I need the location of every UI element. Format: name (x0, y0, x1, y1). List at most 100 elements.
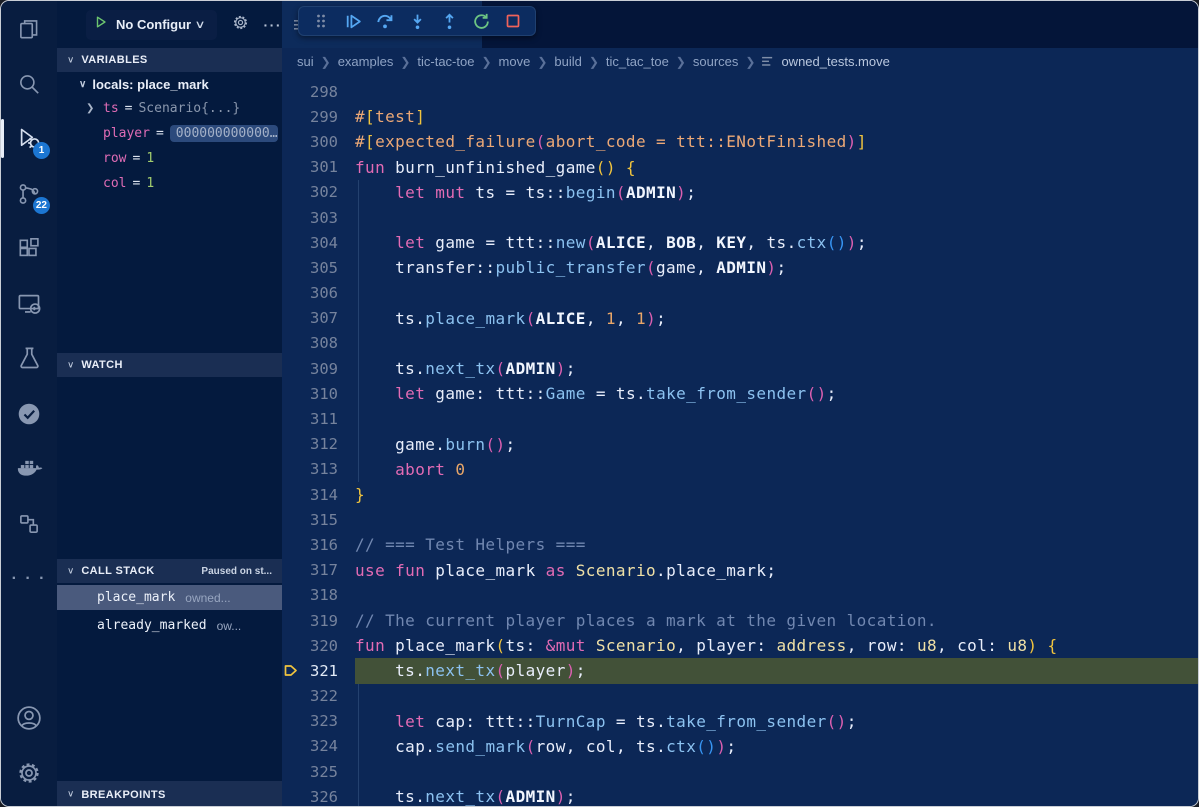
line-number[interactable]: 322 (282, 687, 338, 705)
account-icon[interactable] (1, 690, 57, 745)
breadcrumb-item-sources[interactable]: sources (693, 54, 739, 69)
variable-row-player[interactable]: player=000000000000… (57, 121, 282, 146)
code-line-321[interactable]: 321 ts.next_tx(player); (282, 658, 1198, 683)
code-line-318[interactable]: 318 (282, 583, 1198, 608)
code-line-309[interactable]: 309 ts.next_tx(ADMIN); (282, 356, 1198, 381)
line-number[interactable]: 308 (282, 334, 338, 352)
line-number[interactable]: 307 (282, 309, 338, 327)
code-line-305[interactable]: 305 transfer::public_transfer(game, ADMI… (282, 255, 1198, 280)
line-number[interactable]: 312 (282, 435, 338, 453)
line-number[interactable]: 323 (282, 712, 338, 730)
debug-config-dropdown[interactable]: No Configur ∨ (86, 10, 217, 40)
breadcrumb-item-owned_tests.move[interactable]: owned_tests.move (762, 54, 889, 69)
code-line-306[interactable]: 306 (282, 281, 1198, 306)
code-line-303[interactable]: 303 (282, 205, 1198, 230)
line-number[interactable]: 324 (282, 737, 338, 755)
code-line-325[interactable]: 325 (282, 759, 1198, 784)
testing-icon[interactable] (1, 331, 57, 386)
step-into-icon[interactable] (403, 8, 431, 34)
code-line-326[interactable]: 326 ts.next_tx(ADMIN); (282, 784, 1198, 806)
settings-gear-icon[interactable] (1, 745, 57, 800)
line-number[interactable]: 304 (282, 234, 338, 252)
docker-icon[interactable] (1, 441, 57, 496)
breadcrumb-item-build[interactable]: build (554, 54, 581, 69)
code-line-316[interactable]: 316// === Test Helpers === (282, 532, 1198, 557)
line-number[interactable]: 313 (282, 460, 338, 478)
step-over-icon[interactable] (371, 8, 399, 34)
code-editor[interactable]: 298 299#[test]300#[expected_failure(abort… (282, 75, 1198, 806)
variables-section-header[interactable]: ∨ VARIABLES (57, 48, 282, 72)
breadcrumb-item-tic-tac-toe[interactable]: tic-tac-toe (417, 54, 474, 69)
code-line-313[interactable]: 313 abort 0 (282, 457, 1198, 482)
line-number[interactable]: 298 (282, 83, 338, 101)
breadcrumb-item-examples[interactable]: examples (338, 54, 394, 69)
breadcrumb-item-move[interactable]: move (499, 54, 531, 69)
line-number[interactable]: 314 (282, 486, 338, 504)
code-line-299[interactable]: 299#[test] (282, 104, 1198, 129)
code-line-302[interactable]: 302 let mut ts = ts::begin(ADMIN); (282, 180, 1198, 205)
code-line-301[interactable]: 301fun burn_unfinished_game() { (282, 155, 1198, 180)
line-number[interactable]: 301 (282, 158, 338, 176)
code-line-315[interactable]: 315 (282, 507, 1198, 532)
code-line-298[interactable]: 298 (282, 79, 1198, 104)
code-line-300[interactable]: 300#[expected_failure(abort_code = ttt::… (282, 129, 1198, 154)
drag-grip-icon[interactable] (307, 8, 335, 34)
variables-scope[interactable]: ∨ locals: place_mark (57, 72, 282, 96)
code-line-308[interactable]: 308 (282, 331, 1198, 356)
code-line-320[interactable]: 320fun place_mark(ts: &mut Scenario, pla… (282, 633, 1198, 658)
line-number[interactable]: 315 (282, 511, 338, 529)
checkmark-icon[interactable] (1, 386, 57, 441)
stack-frame-already_marked[interactable]: already_markedow... (57, 613, 282, 638)
code-line-317[interactable]: 317use fun place_mark as Scenario.place_… (282, 558, 1198, 583)
line-number[interactable]: 317 (282, 561, 338, 579)
code-line-307[interactable]: 307 ts.place_mark(ALICE, 1, 1); (282, 306, 1198, 331)
line-number[interactable]: 303 (282, 209, 338, 227)
breakpoints-section-header[interactable]: ∨ BREAKPOINTS (57, 781, 282, 806)
start-debug-icon[interactable] (94, 15, 108, 34)
line-number[interactable]: 310 (282, 385, 338, 403)
line-number[interactable]: 305 (282, 259, 338, 277)
step-out-icon[interactable] (435, 8, 463, 34)
watch-section-header[interactable]: ∨ WATCH (57, 353, 282, 377)
line-number[interactable]: 319 (282, 612, 338, 630)
code-line-323[interactable]: 323 let cap: ttt::TurnCap = ts.take_from… (282, 709, 1198, 734)
variable-row-ts[interactable]: ❯ts=Scenario{...} (57, 96, 282, 121)
breadcrumb-item-sui[interactable]: sui (297, 54, 314, 69)
line-number[interactable]: 325 (282, 763, 338, 781)
line-number[interactable]: 299 (282, 108, 338, 126)
line-number[interactable]: 309 (282, 360, 338, 378)
line-number[interactable]: 306 (282, 284, 338, 302)
code-line-314[interactable]: 314} (282, 482, 1198, 507)
run-and-debug-icon[interactable]: 1 (1, 111, 57, 166)
line-number[interactable]: 326 (282, 788, 338, 806)
code-line-324[interactable]: 324 cap.send_mark(row, col, ts.ctx()); (282, 734, 1198, 759)
chevron-right-icon[interactable]: ❯ (86, 103, 103, 114)
code-line-319[interactable]: 319// The current player places a mark a… (282, 608, 1198, 633)
restart-icon[interactable] (467, 8, 495, 34)
line-number[interactable]: 302 (282, 183, 338, 201)
variable-row-col[interactable]: col=1 (57, 171, 282, 196)
remote-explorer-icon[interactable] (1, 276, 57, 331)
views-more-icon[interactable]: ··· (264, 17, 283, 33)
variable-row-row[interactable]: row=1 (57, 146, 282, 171)
source-control-icon[interactable]: 22 (1, 166, 57, 221)
search-icon[interactable] (1, 56, 57, 111)
line-number[interactable]: 318 (282, 586, 338, 604)
stack-frame-place_mark[interactable]: place_markowned... (57, 585, 282, 610)
explorer-icon[interactable] (1, 1, 57, 56)
code-line-304[interactable]: 304 let game = ttt::new(ALICE, BOB, KEY,… (282, 230, 1198, 255)
breadcrumb-item-tic_tac_toe[interactable]: tic_tac_toe (606, 54, 669, 69)
stop-icon[interactable] (499, 8, 527, 34)
code-line-322[interactable]: 322 (282, 684, 1198, 709)
line-number[interactable]: 300 (282, 133, 338, 151)
configure-gear-icon[interactable] (231, 13, 250, 37)
code-line-310[interactable]: 310 let game: ttt::Game = ts.take_from_s… (282, 381, 1198, 406)
code-line-311[interactable]: 311 (282, 406, 1198, 431)
continue-icon[interactable] (339, 8, 367, 34)
call-stack-section-header[interactable]: ∨ CALL STACK Paused on st... (57, 559, 282, 583)
code-line-312[interactable]: 312 game.burn(); (282, 432, 1198, 457)
extensions-icon[interactable] (1, 221, 57, 276)
line-number[interactable]: 316 (282, 536, 338, 554)
more-icon[interactable]: · · · (1, 551, 57, 606)
line-number[interactable]: 320 (282, 637, 338, 655)
